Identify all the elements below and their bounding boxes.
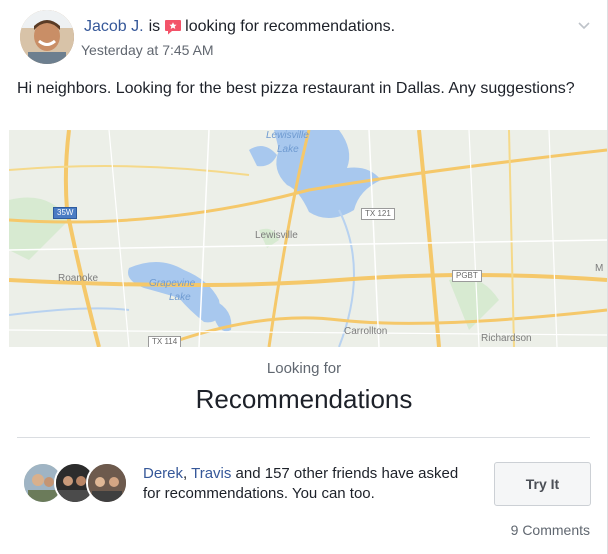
map-label-lewisville-lake-1: Lewisville <box>266 130 309 141</box>
map-label-grapevine-lake-1: Grapevine <box>149 278 196 289</box>
map-label-richardson: Richardson <box>481 333 532 344</box>
divider <box>17 437 590 438</box>
post-body: Hi neighbors. Looking for the best pizza… <box>17 80 575 97</box>
chevron-down-icon[interactable] <box>577 18 591 30</box>
status-text: looking for recommendations. <box>185 18 396 35</box>
map-shield-tx121: TX 121 <box>361 208 395 220</box>
map-label-roanoke: Roanoke <box>58 273 99 284</box>
map-image[interactable]: Lewisville Lake Lewisville Roanoke Grape… <box>9 130 607 347</box>
map-label-edge: M <box>595 263 604 274</box>
map-label-grapevine-lake-2: Lake <box>169 292 191 303</box>
recommendations-icon <box>164 18 182 36</box>
map-shield-i35w: 35W <box>53 207 78 219</box>
friend-avatar[interactable] <box>86 462 128 504</box>
author-name[interactable]: Jacob J. <box>84 18 144 36</box>
post-header: Jacob J. is looking for recommendations. <box>84 18 395 36</box>
looking-for-label: Looking for <box>266 360 342 377</box>
try-it-button[interactable]: Try It <box>494 462 591 506</box>
friend-link-derek[interactable]: Derek <box>143 465 183 482</box>
social-context: Derek, Travis and 157 other friends have… <box>143 464 473 504</box>
map-shield-pgbt: PGBT <box>452 270 482 282</box>
friend-avatars[interactable] <box>22 462 128 504</box>
comments-count-link[interactable]: 9 Comments <box>511 522 590 538</box>
map-shield-tx114: TX 114 <box>148 336 182 347</box>
is-text: is <box>148 18 161 35</box>
map-label-lewisville-lake-2: Lake <box>277 144 299 155</box>
author-avatar[interactable] <box>20 10 74 64</box>
post-card: Jacob J. is looking for recommendations.… <box>0 0 608 554</box>
friend-link-travis[interactable]: Travis <box>191 465 231 482</box>
map-label-lewisville: Lewisville <box>255 230 298 241</box>
map-label-carrollton: Carrollton <box>344 326 388 337</box>
recommendations-title: Recommendations <box>195 384 413 414</box>
friend-separator: , <box>183 465 192 482</box>
post-timestamp[interactable]: Yesterday at 7:45 AM <box>81 42 214 58</box>
